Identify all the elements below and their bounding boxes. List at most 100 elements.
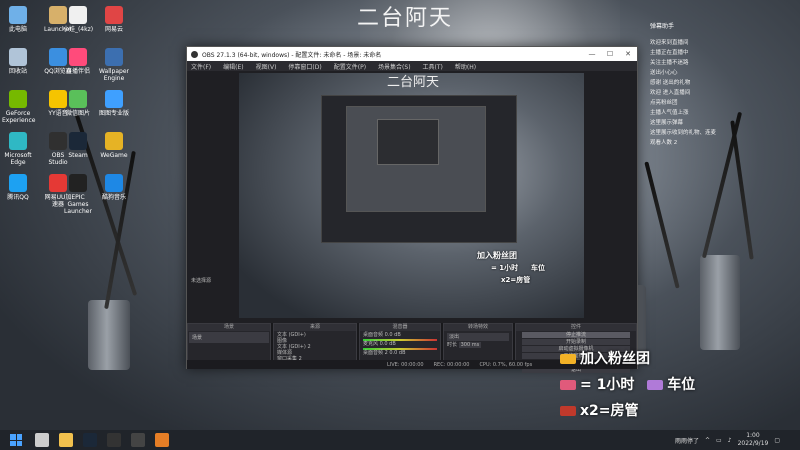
desktop-icon[interactable]: Wallpaper Engine: [98, 48, 130, 82]
mixer-channel-name: 桌面音频 2: [363, 350, 388, 356]
system-tray: 雨雨停了 ^ ▭ ♪ 1:00 2022/9/19 ▢: [675, 432, 800, 448]
browser-icon[interactable]: [155, 433, 169, 447]
desktop-icon[interactable]: Steam: [62, 132, 94, 159]
obs-titlebar[interactable]: OBS 27.1.3 (64-bit, windows) - 配置文件: 未命名…: [187, 47, 637, 61]
windows-start-icon[interactable]: [10, 434, 22, 446]
desktop-icon-label: 此电脑: [8, 26, 27, 33]
mixer-channel-level: 0.0 dB: [384, 332, 401, 338]
obs-preview[interactable]: 二台阿天 加入粉丝团 = 1小时 车位 x2=房管: [239, 73, 584, 318]
app-icon: [105, 48, 123, 66]
desktop-icon-label: GeForce Experience: [2, 110, 36, 124]
gift-icon: [560, 354, 576, 364]
danmaku-header: 弹幕助手: [650, 23, 675, 30]
danmaku-line: 主播人气值上涨: [650, 110, 689, 116]
desktop-icon[interactable]: EPIC Games Launcher: [62, 174, 94, 215]
app-icon: [69, 132, 87, 150]
rec-status: REC: 00:00:00: [433, 361, 470, 368]
danmaku-line: 欢迎来到直播间: [650, 40, 689, 46]
obs-icon[interactable]: [131, 433, 145, 447]
desktop-icon[interactable]: 回收站: [2, 48, 34, 75]
wallpaper-title: 二台阿天: [356, 6, 453, 31]
close-icon[interactable]: ✕: [619, 50, 637, 58]
desktop: 二台阿天 此电脑 Launcher 小娃_(4kz) 网易云 回收站 QQ浏览器 直播伴侣 W…: [0, 0, 800, 450]
taskbar: 雨雨停了 ^ ▭ ♪ 1:00 2022/9/19 ▢: [0, 430, 800, 450]
tray-notice[interactable]: 雨雨停了: [675, 436, 699, 445]
stop-streaming-button[interactable]: 停止推流: [522, 332, 630, 338]
desktop-icon-label: 网易云: [104, 26, 123, 33]
danmaku-line: 送出小心心: [650, 70, 678, 76]
volume-icon[interactable]: ♪: [728, 437, 732, 444]
danmaku-list: 欢迎来到直播间 主播正在直播中 关注主播不迷路 送出小心心 感谢 送出的礼物 欢迎 进入直…: [650, 38, 768, 148]
nested-obs-capture: [321, 95, 517, 243]
desktop-icon[interactable]: 微信图片: [62, 90, 94, 117]
app-icon: [69, 90, 87, 108]
app-icon: [105, 174, 123, 192]
mixer-channel: 桌面音频 2 0.0 dB: [363, 350, 437, 357]
stream-overlay: 加入粉丝团 = 1小时 车位 x2=房管: [560, 346, 720, 424]
rocket-icon: [560, 380, 576, 390]
notifications-icon[interactable]: ▢: [774, 437, 780, 444]
file-explorer-icon[interactable]: [59, 433, 73, 447]
desktop-icon[interactable]: WeGame: [98, 132, 130, 159]
preview-overlay-line3: x2=房管: [501, 276, 531, 284]
overlay-line2-right: 车位: [667, 377, 696, 393]
overlay-line2-left: = 1小时: [580, 377, 635, 393]
terminal-icon[interactable]: [107, 433, 121, 447]
transition-duration-input[interactable]: 300 ms: [458, 342, 482, 348]
desktop-icon[interactable]: GeForce Experience: [2, 90, 36, 124]
desktop-icon-label: 腾讯QQ: [7, 194, 29, 201]
app-icon: [9, 48, 27, 66]
desktop-icon-label: EPIC Games Launcher: [64, 194, 92, 215]
scene-item[interactable]: 场景: [189, 332, 269, 343]
menu-file[interactable]: 文件(F): [191, 62, 211, 71]
app-icon: [69, 48, 87, 66]
brush-cup: [88, 300, 130, 370]
chevron-up-icon[interactable]: ^: [705, 437, 710, 444]
scenes-header: 场景: [188, 324, 270, 331]
mixer-channel-name: 桌面音频: [363, 332, 384, 338]
obs-menubar: 文件(F) 编辑(E) 视图(V) 停靠窗口(D) 配置文件(P) 场景集合(S…: [187, 61, 637, 71]
overlay-line3: x2=房管: [580, 403, 639, 419]
lipstick-icon: [560, 406, 576, 416]
desktop-icon[interactable]: 此电脑: [2, 6, 34, 33]
desktop-icon[interactable]: Microsoft Edge: [2, 132, 34, 166]
sources-header: 来源: [274, 324, 356, 331]
maximize-icon[interactable]: ☐: [601, 50, 619, 58]
desktop-icon-label: Microsoft Edge: [4, 152, 32, 166]
obs-window-title: OBS 27.1.3 (64-bit, windows) - 配置文件: 未命名…: [202, 51, 382, 59]
desktop-icon[interactable]: 直播伴侣: [62, 48, 94, 75]
desktop-icon[interactable]: 酷狗音乐: [98, 174, 130, 201]
menu-tools[interactable]: 工具(T): [423, 62, 443, 71]
menu-edit[interactable]: 编辑(E): [223, 62, 243, 71]
app-icon: [9, 6, 27, 24]
start-recording-button[interactable]: 开始录制: [522, 339, 630, 345]
desktop-icon[interactable]: 图图专业版: [98, 90, 130, 117]
desktop-icon[interactable]: 网易云: [98, 6, 130, 33]
overlay-line1: 加入粉丝团: [580, 351, 650, 367]
steam-icon[interactable]: [83, 433, 97, 447]
danmaku-line: 感谢 送出的礼物: [650, 80, 691, 86]
mixer-header: 混音器: [360, 324, 440, 331]
danmaku-line: 这里展示收到的礼物、连麦: [650, 130, 717, 136]
danmaku-line: 关注主播不迷路: [650, 60, 689, 66]
menu-profile[interactable]: 配置文件(P): [334, 62, 366, 71]
clock[interactable]: 1:00 2022/9/19: [738, 432, 769, 448]
obs-window[interactable]: OBS 27.1.3 (64-bit, windows) - 配置文件: 未命名…: [186, 46, 638, 373]
desktop-icon[interactable]: 小娃_(4kz): [62, 6, 94, 33]
preview-overlay-line2-left: = 1小时: [491, 264, 519, 272]
menu-docks[interactable]: 停靠窗口(D): [288, 62, 321, 71]
taskbar-apps: [30, 433, 174, 447]
menu-help[interactable]: 帮助(H): [455, 62, 476, 71]
nested-obs-capture-2: [346, 106, 486, 212]
preview-overlay-line1: 加入粉丝团: [477, 251, 517, 260]
transition-select[interactable]: 淡出: [447, 333, 509, 341]
preview-wallpaper-title: 二台阿天: [387, 75, 440, 90]
menu-scene-collection[interactable]: 场景集合(S): [378, 62, 411, 71]
app-icon: [9, 174, 27, 192]
desktop-icon[interactable]: 腾讯QQ: [2, 174, 34, 201]
menu-view[interactable]: 视图(V): [256, 62, 277, 71]
network-icon[interactable]: ▭: [716, 437, 722, 444]
app-icon: [9, 90, 27, 108]
minimize-icon[interactable]: —: [583, 50, 601, 58]
search-icon[interactable]: [35, 433, 49, 447]
